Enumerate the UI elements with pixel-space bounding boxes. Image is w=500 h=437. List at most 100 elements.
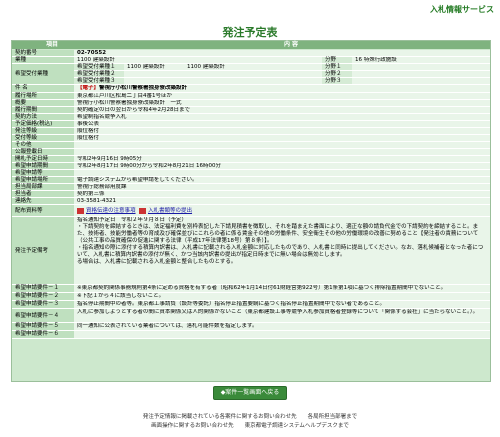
row-open-date: 開札予定日時 令和2年9月16日 9時05分 (12, 156, 490, 163)
row-label: 希望申請要件－５ (12, 323, 74, 331)
notes-line: 指名通知予定日 令和２年９月８日（予定） (77, 217, 188, 223)
row-req5: 希望申請要件－５ 同一通知に公表されている業者については、落札可能件数を指定しま… (12, 323, 490, 331)
row-value: 希望制指名競争入札 (74, 114, 490, 121)
row-value: 順位格付 (74, 135, 490, 142)
row-value: 02-70552 (74, 50, 490, 57)
doc-link-2[interactable]: 入札書類等の提出 (148, 208, 192, 214)
row-label: 発注予定備考 (12, 217, 74, 285)
kibou2-value (124, 71, 322, 78)
row-person: 担当者 契約第三係 (12, 191, 490, 198)
row-notes: 発注予定備考 指名通知予定日 令和２年９月８日（予定） ・下請契約を締結するとき… (12, 217, 490, 285)
row-label: 公報登載日 (12, 149, 74, 156)
kibou3-value (124, 78, 322, 85)
row-timing: 発注等級 順位格付 (12, 128, 490, 135)
row-value: 順位格付 (74, 128, 490, 135)
row-value: 資格伝達の注意事項 入札書類等の提出 (74, 205, 490, 217)
row-docs: 配布資料等 資格伝達の注意事項 入札書類等の提出 (12, 205, 490, 217)
row-value: 令和2年8月17日 9時00分から令和2年8月21日 16時00分 (74, 163, 490, 170)
row-value: 【電子】警視庁小松川警察署独身寮改築設計 (74, 85, 490, 93)
row-value: 電子調達システムから希望申請をしてください。 (74, 177, 490, 184)
row-label: 受付等級 (12, 135, 74, 142)
notes-line: ・指名通知の際に添付する積算内訳書は、入札書に記載される入札金額に対応したもので… (77, 245, 484, 258)
row-value: 同一通知に公表されている業者については、落札可能件数を指定します。 (74, 323, 490, 331)
row-value: ※下記１から４に該当しないこと。 (74, 293, 490, 301)
row-value: 指名停止期間中の者等。東京都工事請負（設計等委託）指名停止措置要綱に基づく指名停… (74, 301, 490, 309)
doc-link-1[interactable]: 資格伝達の注意事項 (86, 208, 136, 214)
top-bar: 入札情報サービス (0, 0, 500, 22)
row-value: 警視庁総務部用度課 (74, 184, 490, 191)
kibou3-bunya: 分野３ (322, 78, 352, 85)
row-label: 配布資料等 (12, 205, 74, 217)
row-kenmei: 件 名 【電子】警視庁小松川警察署独身寮改築設計 (12, 85, 490, 93)
footer-line-1: 発注予定情報に掲載されている各案件に関するお問い合わせ先 各局所担当部署まで (142, 414, 358, 420)
row-req1: 希望申請要件－１ ※東京都契約関係事務規則第4条に定める資格を有する者（昭和62… (12, 285, 490, 293)
kenmei-text: 警視庁小松川警察署独身寮改築設計 (99, 85, 188, 91)
row-label: 担当者 (12, 191, 74, 198)
kibou2-bunya-value (352, 71, 490, 78)
row-value: 契約第三係 (74, 191, 490, 198)
pdf-icon (139, 207, 147, 214)
row-label: 契約方法 (12, 114, 74, 121)
service-label: 入札情報サービス (430, 5, 494, 14)
row-label: 発注等級 (12, 128, 74, 135)
row-tel: 連絡先 03-3581-4321 (12, 198, 490, 205)
row-req3: 希望申請要件－３ 指名停止期間中の者等。東京都工事請負（設計等委託）指名停止措置… (12, 301, 490, 309)
kibou2-label: 希望受付業種２ (74, 71, 124, 78)
notes-value: 指名通知予定日 令和２年９月８日（予定） ・下請契約を締結するときは、法定福利費… (74, 217, 490, 285)
row-label: 業種 (12, 57, 74, 64)
row-label: 履行期間 (12, 107, 74, 114)
row-value (74, 149, 490, 156)
col-header-item: 項目 (12, 41, 92, 49)
row-label: その他 (12, 142, 74, 149)
row-apply-period: 希望申請期間 令和2年8月17日 9時00分から令和2年8月21日 16時00分 (12, 163, 490, 170)
kibou3-label: 希望受付業種３ (74, 78, 124, 85)
row-label: 希望申請要件－１ (12, 285, 74, 293)
row-label: 希望申請期間 (12, 163, 74, 170)
row-contract-no: 契約番号 02-70552 (12, 50, 490, 57)
row-label: 担当局部課 (12, 184, 74, 191)
row-value: 東京都江戸川区松島二丁目4番1号ほか (74, 93, 490, 100)
footer-line-2: 画面操作に関するお問い合わせ先 東京都電子調達システムヘルプデスクまで (151, 423, 349, 429)
kibou1-value2: 1100 建築設計 (184, 64, 322, 71)
row-dept: 担当局部課 警視庁総務部用度課 (12, 184, 490, 191)
row-label: 希望申請等 (12, 170, 74, 177)
row-label: 契約番号 (12, 50, 74, 57)
kibou2-bunya: 分野２ (322, 71, 352, 78)
row-value: 03-3581-4321 (74, 198, 490, 205)
row-label: 希望受付業種 (12, 64, 74, 85)
row-label: 予定価格(税込) (12, 121, 74, 128)
back-to-list-button[interactable]: ◆案件一覧画面へ戻る (213, 386, 287, 400)
row-label: 希望申請要件－４ (12, 309, 74, 323)
kibou1-bunya-value (352, 64, 490, 71)
row-value (74, 170, 490, 177)
row-label: 件 名 (12, 85, 74, 93)
row-value (74, 142, 490, 149)
row-summary: 概要 警視庁小松川警察署独身寮改築設計 一式 (12, 100, 490, 107)
row-label: 概要 (12, 100, 74, 107)
row-other: その他 (12, 142, 490, 149)
col-header-content: 内 容 (92, 41, 490, 49)
page-title: 発注予定表 (222, 26, 278, 39)
row-label: 希望申請要件－２ (12, 293, 74, 301)
bunya-label: 分野 (322, 57, 352, 64)
row-announce: 公報登載日 (12, 149, 490, 156)
row-period: 履行期間 契約確定の日の翌日から令和4年2月28日まで (12, 107, 490, 114)
pdf-icon (77, 207, 84, 214)
row-label: 履行場所 (12, 93, 74, 100)
row-value: 警視庁小松川警察署独身寮改築設計 一式 (74, 100, 490, 107)
row-apply-place: 希望申請場所 電子調達システムから希望申請をしてください。 (12, 177, 490, 184)
row-value: 1100 建築設計 (74, 57, 322, 64)
kibou1-value: 1100 建築設計 (124, 64, 184, 71)
row-value: 事後公表 (74, 121, 490, 128)
row-method: 契約方法 希望制指名競争入札 (12, 114, 490, 121)
row-label: 開札予定日時 (12, 156, 74, 163)
row-place: 履行場所 東京都江戸川区松島二丁目4番1号ほか (12, 93, 490, 100)
row-label: 希望申請要件－６ (12, 331, 74, 339)
row-label: 希望申請場所 (12, 177, 74, 184)
row-price: 予定価格(税込) 事後公表 (12, 121, 490, 128)
notes-line: ・下請契約を締結するときは、法定福利費を別枠表記した下請見積書を徴取し、それを踏… (77, 224, 479, 244)
electronic-badge: 【電子】 (77, 85, 100, 91)
row-req2: 希望申請要件－２ ※下記１から４に該当しないこと。 (12, 293, 490, 301)
notes-line: る場合は、入札書に記載される入札金額と整合したものとする。 (77, 259, 237, 265)
kibou3-bunya-value (352, 78, 490, 85)
